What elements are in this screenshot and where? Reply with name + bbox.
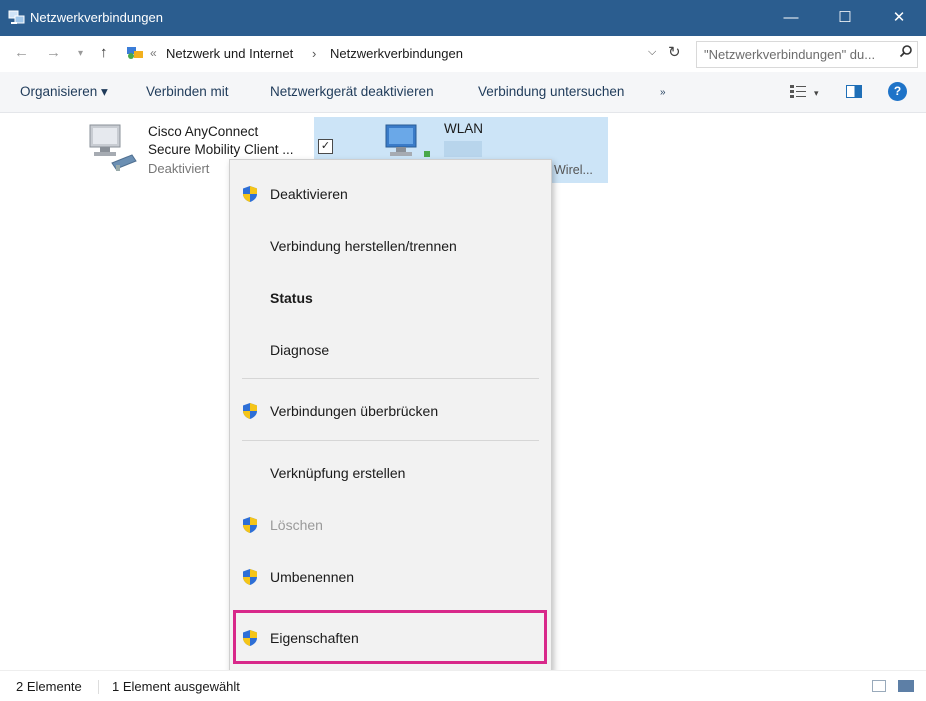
- menu-item-label: Verbindung herstellen/trennen: [270, 238, 457, 254]
- menu-separator: [242, 440, 539, 441]
- menu-item-loeschen: Löschen: [230, 503, 551, 547]
- large-icons-view-icon[interactable]: [898, 680, 914, 692]
- netzwerkgeraet-deaktivieren-button[interactable]: Netzwerkgerät deaktivieren: [270, 84, 434, 99]
- adapter-name-line2: Secure Mobility Client ...: [148, 142, 294, 157]
- selection-checkbox[interactable]: ✓: [318, 139, 333, 154]
- help-icon[interactable]: ?: [888, 82, 907, 101]
- menu-item-label: Verbindungen überbrücken: [270, 403, 439, 419]
- redacted-network-name: [444, 141, 482, 157]
- menu-item-deaktivieren[interactable]: Deaktivieren: [230, 172, 551, 216]
- network-adapter-icon: [89, 124, 137, 171]
- adapter-name: Cisco AnyConnect Secure Mobility Client …: [148, 123, 294, 159]
- search-input[interactable]: "Netzwerkverbindungen" du...: [696, 41, 918, 68]
- menu-item-umbenennen[interactable]: Umbenennen: [230, 555, 551, 599]
- verbindung-untersuchen-button[interactable]: Verbindung untersuchen: [478, 84, 624, 99]
- context-menu: Deaktivieren Verbindung herstellen/trenn…: [229, 159, 552, 672]
- menu-item-label: Umbenennen: [270, 569, 355, 585]
- menu-item-label: Deaktivieren: [270, 186, 348, 202]
- item-count: 2 Elemente: [16, 679, 82, 694]
- breadcrumb-netzwerkverbindungen[interactable]: Netzwerkverbindungen: [330, 46, 463, 61]
- adapter-device: Wirel...: [554, 163, 593, 177]
- adapter-name: WLAN: [444, 121, 484, 136]
- explorer-window: Netzwerkverbindungen — ☐ ✕ ← → ▾ ↑ « Net…: [0, 0, 926, 701]
- address-bar: ← → ▾ ↑ « Netzwerk und Internet › Netzwe…: [0, 36, 926, 73]
- menu-item-label: Löschen: [270, 517, 323, 533]
- menu-item-verbindung-herstellen-trennen[interactable]: Verbindung herstellen/trennen: [230, 224, 551, 268]
- network-connections-icon: [8, 10, 25, 24]
- adapter-state: Deaktiviert: [148, 161, 210, 176]
- organisieren-button[interactable]: Organisieren ▾: [20, 84, 108, 100]
- view-options-chevron-icon[interactable]: ▾: [814, 88, 819, 99]
- refresh-icon[interactable]: ↻: [668, 43, 681, 61]
- control-panel-icon: [127, 47, 143, 59]
- verbinden-mit-button[interactable]: Verbinden mit: [146, 84, 229, 99]
- uac-shield-icon: [243, 186, 257, 202]
- title-bar: Netzwerkverbindungen — ☐ ✕: [0, 0, 926, 36]
- menu-item-status[interactable]: Status: [230, 276, 551, 320]
- up-arrow-icon[interactable]: ↑: [100, 44, 108, 61]
- menu-item-eigenschaften[interactable]: Eigenschaften: [230, 616, 551, 660]
- details-view-icon[interactable]: [872, 680, 886, 692]
- uac-shield-icon: [243, 517, 257, 533]
- status-bar: 2 Elemente 1 Element ausgewählt: [0, 670, 926, 701]
- change-view-icon[interactable]: [790, 84, 806, 98]
- menu-item-verknuepfung-erstellen[interactable]: Verknüpfung erstellen: [230, 451, 551, 495]
- search-icon[interactable]: [899, 44, 913, 61]
- command-bar: Organisieren ▾ Verbinden mit Netzwerkger…: [0, 72, 926, 113]
- maximize-button[interactable]: ☐: [818, 0, 872, 36]
- close-button[interactable]: ✕: [872, 0, 926, 36]
- menu-item-diagnose[interactable]: Diagnose: [230, 328, 551, 372]
- address-dropdown-icon[interactable]: ⌵: [648, 46, 656, 59]
- menu-item-label: Diagnose: [270, 342, 330, 358]
- window-title: Netzwerkverbindungen: [30, 10, 163, 25]
- adapter-name-line1: Cisco AnyConnect: [148, 124, 259, 139]
- menu-item-verbindungen-ueberbruecken[interactable]: Verbindungen überbrücken: [230, 389, 551, 433]
- breadcrumb-netzwerk-und-internet[interactable]: Netzwerk und Internet: [166, 46, 293, 61]
- uac-shield-icon: [243, 569, 257, 585]
- breadcrumb-overflow-icon[interactable]: «: [150, 46, 157, 60]
- back-arrow-icon[interactable]: ←: [14, 44, 29, 61]
- menu-item-label: Status: [270, 290, 313, 306]
- recent-locations-chevron-icon[interactable]: ▾: [78, 48, 83, 59]
- preview-pane-icon[interactable]: [846, 85, 862, 98]
- more-commands-button[interactable]: »: [660, 87, 666, 98]
- uac-shield-icon: [243, 630, 257, 646]
- minimize-button[interactable]: —: [764, 0, 818, 36]
- search-placeholder: "Netzwerkverbindungen" du...: [704, 47, 876, 62]
- breadcrumb-separator-icon[interactable]: ›: [312, 46, 316, 61]
- menu-item-label: Verknüpfung erstellen: [270, 465, 406, 481]
- selection-count: 1 Element ausgewählt: [112, 679, 240, 694]
- menu-item-label: Eigenschaften: [270, 630, 359, 646]
- uac-shield-icon: [243, 403, 257, 419]
- status-divider: [98, 680, 99, 694]
- menu-separator: [242, 378, 539, 379]
- forward-arrow-icon[interactable]: →: [46, 44, 61, 61]
